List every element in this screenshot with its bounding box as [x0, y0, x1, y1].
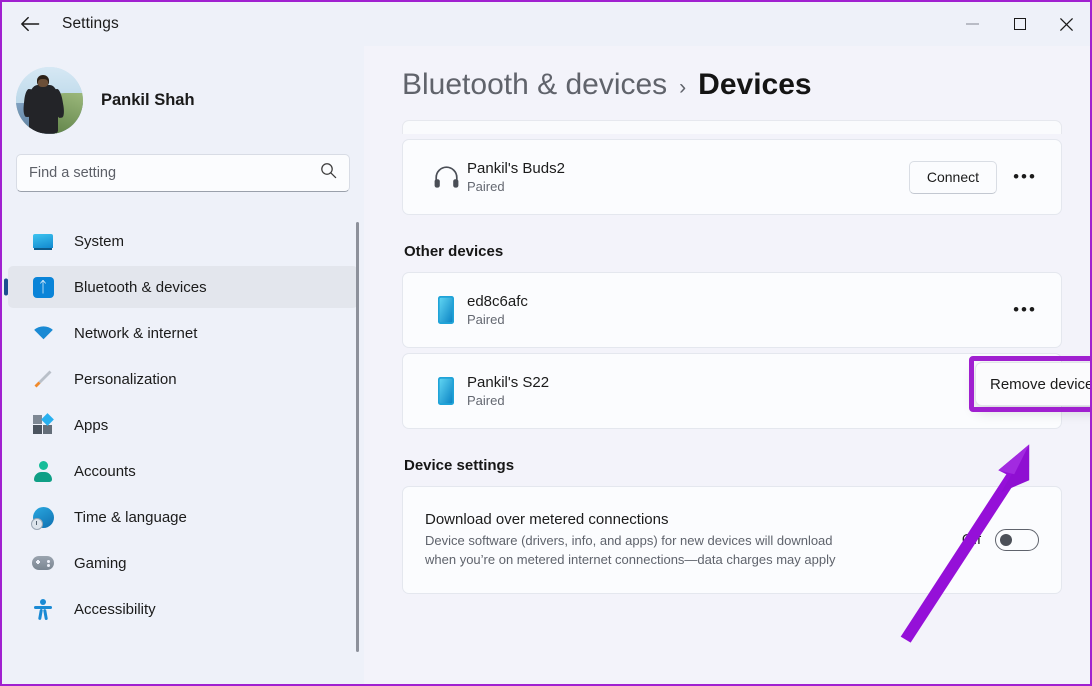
setting-text: Download over metered connections Device…: [425, 511, 865, 569]
breadcrumb-parent[interactable]: Bluetooth & devices: [402, 68, 667, 102]
clock-globe-icon: [30, 506, 54, 530]
window-body: Pankil Shah System: [2, 46, 1090, 684]
sidebar-item-accessibility[interactable]: Accessibility: [8, 588, 358, 630]
device-info: Pankil's S22 Paired: [467, 374, 1007, 408]
sidebar-item-label: Accessibility: [74, 600, 156, 618]
device-info: Pankil's Buds2 Paired: [467, 160, 909, 194]
partial-card-above: [402, 120, 1062, 134]
search-container: [2, 154, 364, 192]
back-arrow-icon: [21, 16, 40, 32]
metered-download-toggle[interactable]: [995, 529, 1039, 551]
toggle-group: Off: [962, 529, 1039, 551]
profile-name: Pankil Shah: [101, 90, 195, 109]
settings-window: Settings Pankil Shah Find a setting Syst…: [0, 0, 1092, 686]
device-name: Pankil's S22: [467, 374, 550, 391]
context-menu: Remove device: [975, 362, 1090, 406]
device-card-buds: Pankil's Buds2 Paired Connect •••: [402, 139, 1062, 215]
sidebar-item-apps[interactable]: Apps: [8, 404, 358, 446]
person-icon: [32, 460, 54, 482]
device-more-options-button[interactable]: •••: [1007, 161, 1043, 193]
back-button[interactable]: [10, 8, 50, 40]
search-box[interactable]: [16, 154, 350, 192]
device-settings-heading: Device settings: [404, 457, 515, 474]
device-row: Pankil's Buds2 Paired Connect •••: [403, 140, 1061, 214]
profile-block[interactable]: Pankil Shah: [2, 46, 364, 154]
sidebar-nav: System ᛏ Bluetooth & devices Network & i…: [2, 216, 364, 684]
window-controls: [949, 2, 1090, 46]
device-row: ed8c6afc Paired •••: [403, 273, 1061, 347]
sidebar: Pankil Shah System: [2, 46, 364, 684]
close-button[interactable]: [1043, 2, 1090, 46]
device-name: ed8c6afc: [467, 293, 528, 310]
sidebar-scrollbar-thumb[interactable]: [355, 222, 359, 652]
sidebar-item-network-internet[interactable]: Network & internet: [8, 312, 358, 354]
monitor-icon: [32, 230, 54, 252]
bluetooth-icon: ᛏ: [32, 276, 54, 298]
sidebar-item-label: Network & internet: [74, 324, 198, 342]
phone-icon: [425, 295, 467, 325]
connect-button[interactable]: Connect: [908, 160, 997, 194]
maximize-icon: [1013, 18, 1026, 30]
device-status: Paired: [467, 312, 505, 327]
device-row: Pankil's S22 Paired •••: [403, 354, 1061, 428]
toggle-knob: [1000, 534, 1012, 546]
sidebar-item-bluetooth-devices[interactable]: ᛏ Bluetooth & devices: [8, 266, 358, 308]
wifi-icon: [32, 322, 54, 344]
title-bar: Settings: [2, 2, 1090, 46]
apps-icon: [32, 413, 54, 436]
device-info: ed8c6afc Paired: [467, 293, 1007, 327]
device-name: Pankil's Buds2: [467, 160, 565, 177]
window-title: Settings: [62, 15, 119, 32]
sidebar-item-label: Bluetooth & devices: [74, 278, 207, 296]
sidebar-item-label: System: [74, 232, 125, 250]
paintbrush-icon: [32, 368, 54, 390]
breadcrumb: Bluetooth & devices › Devices: [402, 46, 1062, 120]
avatar: [16, 66, 83, 134]
setting-title: Download over metered connections: [425, 510, 669, 528]
settings-scroll-area: Pankil's Buds2 Paired Connect ••• Other …: [402, 120, 1062, 594]
sidebar-item-system[interactable]: System: [8, 220, 358, 262]
device-card-ed8c6afc: ed8c6afc Paired •••: [402, 272, 1062, 348]
page-title: Devices: [698, 68, 812, 101]
toggle-state-label: Off: [961, 532, 981, 548]
device-card-pankils-s22: Pankil's S22 Paired •••: [402, 353, 1062, 429]
accessibility-icon: [32, 598, 54, 620]
gamepad-icon: [32, 552, 54, 574]
sidebar-item-label: Gaming: [74, 554, 127, 572]
minimize-icon: [966, 23, 979, 25]
sidebar-item-label: Time & language: [74, 508, 187, 526]
setting-row: Download over metered connections Device…: [403, 487, 1061, 593]
sidebar-item-accounts[interactable]: Accounts: [8, 450, 358, 492]
sidebar-item-gaming[interactable]: Gaming: [8, 542, 358, 584]
sidebar-item-label: Accounts: [74, 462, 136, 480]
menu-item-remove-device[interactable]: Remove device: [990, 376, 1090, 393]
maximize-button[interactable]: [996, 2, 1043, 46]
phone-icon: [425, 376, 467, 406]
headphones-icon: [425, 165, 467, 189]
setting-description: Device software (drivers, info, and apps…: [425, 532, 836, 567]
device-status: Paired: [467, 179, 505, 194]
sidebar-item-label: Personalization: [74, 370, 177, 388]
sidebar-item-time-language[interactable]: Time & language: [8, 496, 358, 538]
device-more-options-button[interactable]: •••: [1007, 294, 1043, 326]
close-icon: [1060, 17, 1073, 31]
search-icon: [320, 162, 337, 184]
sidebar-item-label: Apps: [74, 416, 109, 434]
sidebar-item-personalization[interactable]: Personalization: [8, 358, 358, 400]
metered-connection-card: Download over metered connections Device…: [402, 486, 1062, 594]
chevron-right-icon: ›: [679, 76, 687, 99]
other-devices-heading: Other devices: [404, 243, 504, 260]
sidebar-scrollbar[interactable]: [353, 222, 361, 684]
minimize-button[interactable]: [949, 2, 996, 46]
search-input[interactable]: [29, 165, 320, 181]
device-status: Paired: [467, 393, 505, 408]
